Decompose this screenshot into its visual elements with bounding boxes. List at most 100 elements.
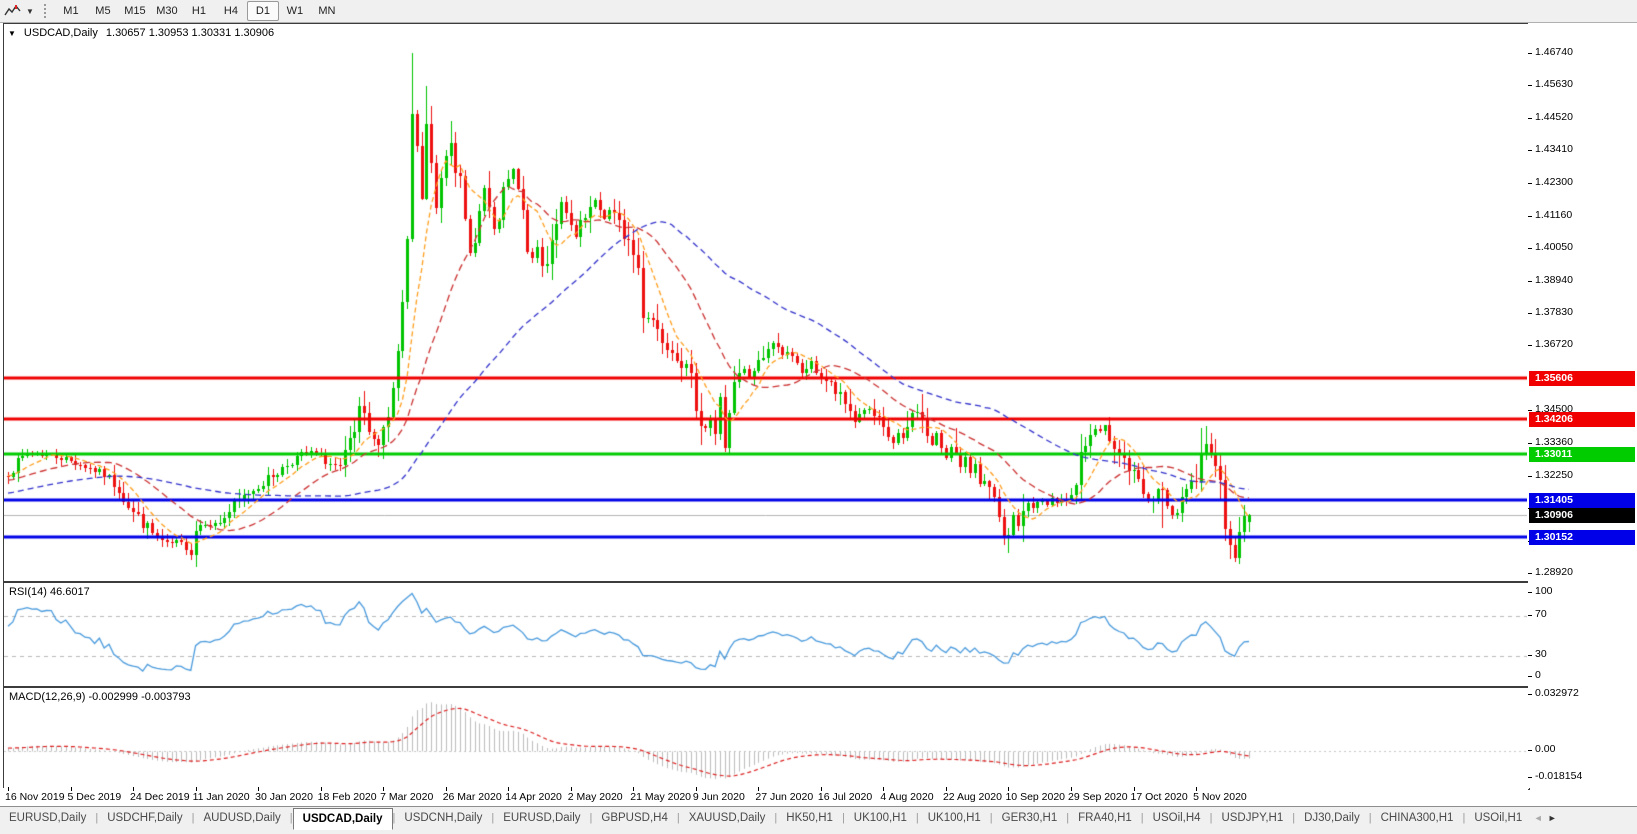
chart-tab-bar: EURUSD,Daily|USDCHF,Daily|AUDUSD,Daily|U…: [0, 806, 1637, 834]
price-tick: [1528, 676, 1532, 677]
rsi-axis-label: 100: [1535, 585, 1553, 597]
price-tick-label: 1.40050: [1535, 241, 1573, 253]
price-tick: [1528, 476, 1532, 477]
timeframe-button-h4[interactable]: H4: [215, 1, 247, 21]
date-label: 30 Jan 2020: [255, 791, 313, 803]
price-tick-label: 1.32250: [1535, 469, 1573, 481]
symbol-tab-uk100-h1[interactable]: UK100,H1: [919, 808, 990, 828]
date-label: 7 Mar 2020: [380, 791, 433, 803]
symbol-tab-audusd-daily[interactable]: AUDUSD,Daily: [194, 808, 289, 828]
timeframe-button-m5[interactable]: M5: [87, 1, 119, 21]
date-label: 11 Jan 2020: [193, 791, 250, 803]
date-label: 24 Dec 2019: [130, 791, 190, 803]
symbol-tab-usoil-h4[interactable]: USOil,H4: [1144, 808, 1210, 828]
price-tick: [1528, 345, 1532, 346]
symbol-tab-usdchf-daily[interactable]: USDCHF,Daily: [98, 808, 191, 828]
symbol-tab-uk100-h1[interactable]: UK100,H1: [845, 808, 916, 828]
price-tick: [1528, 694, 1532, 695]
symbol-tab-usdcad-daily[interactable]: USDCAD,Daily: [293, 808, 393, 830]
bid-price-badge: 1.30906: [1529, 508, 1635, 523]
line-chart-icon[interactable]: [4, 3, 24, 19]
timeframe-buttons: M1M5M15M30H1H4D1W1MN: [55, 1, 343, 21]
symbol-tab-xauusd-daily[interactable]: XAUUSD,Daily: [680, 808, 775, 828]
price-axis: 1.467401.456301.445201.434101.423001.411…: [1528, 23, 1637, 788]
date-label: 29 Sep 2020: [1068, 791, 1128, 803]
price-tick: [1528, 85, 1532, 86]
date-label: 5 Nov 2020: [1193, 791, 1247, 803]
tab-scroll-right-icon[interactable]: ►: [1545, 809, 1559, 827]
chart-ohlc-values: 1.30657 1.30953 1.30331 1.30906: [106, 27, 274, 39]
timeframe-button-m1[interactable]: M1: [55, 1, 87, 21]
date-label: 5 Dec 2019: [68, 791, 122, 803]
symbol-tab-usoil-h1[interactable]: USOil,H1: [1465, 808, 1531, 828]
rsi-axis-label: 30: [1535, 648, 1547, 660]
price-line-badge: 1.30152: [1529, 530, 1635, 545]
macd-panel: [3, 687, 1530, 790]
timeframe-button-h1[interactable]: H1: [183, 1, 215, 21]
price-tick-label: 1.37830: [1535, 306, 1573, 318]
symbol-tab-fra40-h1[interactable]: FRA40,H1: [1069, 808, 1141, 828]
symbol-tab-usdcnh-daily[interactable]: USDCNH,Daily: [395, 808, 491, 828]
timeframe-button-w1[interactable]: W1: [279, 1, 311, 21]
date-label: 4 Aug 2020: [880, 791, 933, 803]
price-tick: [1528, 592, 1532, 593]
rsi-axis-label: 0: [1535, 669, 1541, 681]
macd-chart-canvas[interactable]: [4, 688, 1527, 787]
toolbar-grip[interactable]: [44, 4, 49, 18]
date-label: 18 Feb 2020: [318, 791, 377, 803]
macd-axis-label: 0.00: [1535, 743, 1555, 755]
chart-symbol-period: USDCAD,Daily: [24, 27, 98, 39]
rsi-axis-label: 70: [1535, 608, 1547, 620]
price-tick: [1528, 573, 1532, 574]
price-line-badge: 1.31405: [1529, 493, 1635, 508]
price-tick-label: 1.45630: [1535, 78, 1573, 90]
price-tick: [1528, 118, 1532, 119]
price-tick-label: 1.38940: [1535, 274, 1573, 286]
price-tick-label: 1.42300: [1535, 176, 1573, 188]
timeframe-button-d1[interactable]: D1: [247, 1, 279, 21]
tab-scroll-left-icon[interactable]: ◄: [1531, 809, 1545, 827]
date-label: 22 Aug 2020: [943, 791, 1002, 803]
symbol-tab-dj30-daily[interactable]: DJ30,Daily: [1295, 808, 1369, 828]
symbol-tab-gbpusd-h4[interactable]: GBPUSD,H4: [592, 808, 676, 828]
macd-axis-label: -0.018154: [1535, 770, 1582, 782]
price-tick: [1528, 248, 1532, 249]
date-label: 26 Mar 2020: [443, 791, 502, 803]
price-tick: [1528, 655, 1532, 656]
rsi-chart-canvas[interactable]: [4, 583, 1527, 684]
price-tick: [1528, 750, 1532, 751]
price-tick: [1528, 615, 1532, 616]
caret-down-icon[interactable]: ▼: [26, 7, 34, 16]
symbol-tab-hk50-h1[interactable]: HK50,H1: [777, 808, 842, 828]
price-tick: [1528, 313, 1532, 314]
date-label: 14 Apr 2020: [505, 791, 562, 803]
price-tick-label: 1.44520: [1535, 111, 1573, 123]
price-chart-panel: [3, 23, 1530, 582]
date-label: 10 Sep 2020: [1005, 791, 1065, 803]
mt4-app-window: ▼ M1M5M15M30H1H4D1W1MN ▼ USDCAD,Daily 1.…: [0, 0, 1637, 834]
timeframe-button-m15[interactable]: M15: [119, 1, 151, 21]
timeframe-button-m30[interactable]: M30: [151, 1, 183, 21]
price-tick-label: 1.43410: [1535, 143, 1573, 155]
candlestick-chart-canvas[interactable]: [4, 24, 1527, 579]
timeframe-toolbar: ▼ M1M5M15M30H1H4D1W1MN: [0, 0, 1637, 23]
price-tick-label: 1.41160: [1535, 209, 1572, 221]
date-axis: 16 Nov 20195 Dec 2019 24 Dec 201911 Jan 2…: [3, 788, 1528, 806]
date-label: 2 May 2020: [568, 791, 623, 803]
price-tick: [1528, 443, 1532, 444]
timeframe-button-mn[interactable]: MN: [311, 1, 343, 21]
date-label: 16 Nov 2019: [5, 791, 65, 803]
symbol-tab-ger30-h1[interactable]: GER30,H1: [993, 808, 1067, 828]
date-label: 16 Jul 2020: [818, 791, 872, 803]
symbol-tab-usdjpy-h1[interactable]: USDJPY,H1: [1212, 808, 1292, 828]
price-tick-label: 1.28920: [1535, 566, 1573, 578]
price-tick: [1528, 777, 1532, 778]
triangle-down-icon[interactable]: ▼: [8, 29, 16, 38]
price-line-badge: 1.34206: [1529, 412, 1635, 427]
symbol-tab-china300-h1[interactable]: CHINA300,H1: [1372, 808, 1463, 828]
price-tick-label: 1.36720: [1535, 338, 1573, 350]
symbol-tab-eurusd-daily[interactable]: EURUSD,Daily: [494, 808, 589, 828]
date-label: 27 Jun 2020: [755, 791, 813, 803]
rsi-panel: [3, 582, 1530, 687]
symbol-tab-eurusd-daily[interactable]: EURUSD,Daily: [0, 808, 95, 828]
